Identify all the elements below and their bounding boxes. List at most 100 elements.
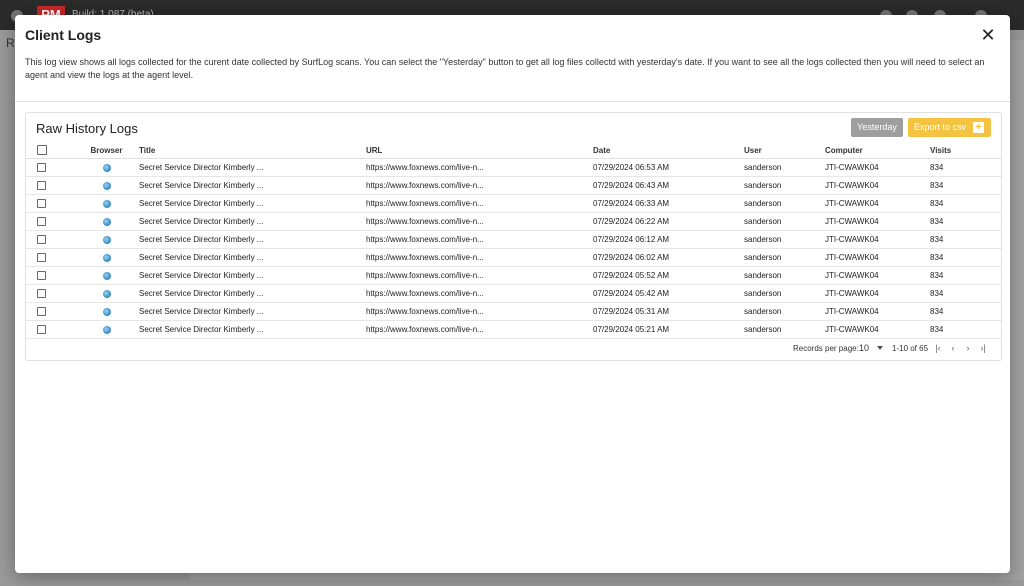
table-row[interactable]: Secret Service Director Kimberly ... htt… — [26, 320, 1001, 339]
row-checkbox[interactable] — [37, 163, 46, 173]
cell-url: https://www.foxnews.com/live-n... — [366, 320, 593, 339]
table-row[interactable]: Secret Service Director Kimberly ... htt… — [26, 230, 1001, 249]
cell-visits: 834 — [930, 230, 1001, 249]
cell-date: 07/29/2024 06:43 AM — [593, 176, 744, 195]
chevron-down-icon[interactable] — [877, 346, 883, 350]
table-body: Secret Service Director Kimberly ... htt… — [26, 158, 1001, 339]
export-csv-button[interactable]: Export to csv + — [908, 118, 991, 137]
table-header-row: Browser Title URL Date User Computer Vis… — [26, 142, 1001, 159]
column-header-date[interactable]: Date — [593, 142, 744, 159]
cell-url: https://www.foxnews.com/live-n... — [366, 194, 593, 213]
cell-title: Secret Service Director Kimberly ... — [139, 320, 366, 339]
cell-title: Secret Service Director Kimberly ... — [139, 248, 366, 267]
cell-visits: 834 — [930, 158, 1001, 177]
cell-date: 07/29/2024 06:53 AM — [593, 158, 744, 177]
cell-title: Secret Service Director Kimberly ... — [139, 266, 366, 285]
row-checkbox[interactable] — [37, 289, 46, 299]
cell-computer: JTI-CWAWK04 — [825, 320, 930, 339]
cell-url: https://www.foxnews.com/live-n... — [366, 248, 593, 267]
cell-date: 07/29/2024 06:02 AM — [593, 248, 744, 267]
cell-title: Secret Service Director Kimberly ... — [139, 212, 366, 231]
records-per-page-select[interactable]: 10 — [859, 343, 869, 353]
prev-page-icon[interactable]: ‹ — [948, 343, 958, 353]
cell-computer: JTI-CWAWK04 — [825, 266, 930, 285]
table-row[interactable]: Secret Service Director Kimberly ... htt… — [26, 212, 1001, 231]
cell-title: Secret Service Director Kimberly ... — [139, 158, 366, 177]
cell-url: https://www.foxnews.com/live-n... — [366, 230, 593, 249]
cell-computer: JTI-CWAWK04 — [825, 230, 930, 249]
browser-globe-icon — [102, 325, 111, 334]
cell-computer: JTI-CWAWK04 — [825, 176, 930, 195]
browser-globe-icon — [102, 307, 111, 316]
cell-visits: 834 — [930, 266, 1001, 285]
select-all-checkbox[interactable] — [37, 145, 47, 155]
column-header-title[interactable]: Title — [139, 142, 366, 159]
browser-globe-icon — [102, 235, 111, 244]
app-page-label: R — [6, 36, 15, 50]
logs-table: Browser Title URL Date User Computer Vis… — [26, 142, 1001, 339]
column-header-computer[interactable]: Computer — [825, 142, 930, 159]
row-checkbox[interactable] — [37, 271, 46, 281]
browser-globe-icon — [102, 217, 111, 226]
row-checkbox[interactable] — [37, 235, 46, 245]
cell-title: Secret Service Director Kimberly ... — [139, 230, 366, 249]
next-page-icon[interactable]: › — [963, 343, 973, 353]
close-icon[interactable]: ✕ — [978, 25, 998, 45]
modal-title: Client Logs — [25, 27, 102, 43]
cell-title: Secret Service Director Kimberly ... — [139, 284, 366, 303]
cell-date: 07/29/2024 05:31 AM — [593, 302, 744, 321]
column-header-visits[interactable]: Visits — [930, 142, 1001, 159]
table-row[interactable]: Secret Service Director Kimberly ... htt… — [26, 302, 1001, 321]
last-page-icon[interactable]: ›| — [978, 343, 988, 353]
cell-url: https://www.foxnews.com/live-n... — [366, 176, 593, 195]
raw-history-logs-card: Raw History Logs Yesterday Export to csv… — [25, 112, 1002, 361]
cell-visits: 834 — [930, 302, 1001, 321]
row-checkbox[interactable] — [37, 217, 46, 227]
export-csv-label: Export to csv — [914, 122, 967, 132]
cell-url: https://www.foxnews.com/live-n... — [366, 266, 593, 285]
cell-date: 07/29/2024 06:33 AM — [593, 194, 744, 213]
cell-visits: 834 — [930, 284, 1001, 303]
cell-computer: JTI-CWAWK04 — [825, 158, 930, 177]
pagination: Records per page: 10 1-10 of 65 |‹ ‹ › ›… — [26, 343, 1001, 357]
cell-date: 07/29/2024 05:42 AM — [593, 284, 744, 303]
cell-url: https://www.foxnews.com/live-n... — [366, 158, 593, 177]
row-checkbox[interactable] — [37, 253, 46, 263]
cell-computer: JTI-CWAWK04 — [825, 284, 930, 303]
cell-user: sanderson — [744, 176, 825, 195]
cell-user: sanderson — [744, 158, 825, 177]
row-checkbox[interactable] — [37, 199, 46, 209]
select-all-cell — [26, 142, 74, 159]
cell-user: sanderson — [744, 230, 825, 249]
table-row[interactable]: Secret Service Director Kimberly ... htt… — [26, 158, 1001, 177]
cell-computer: JTI-CWAWK04 — [825, 248, 930, 267]
yesterday-button[interactable]: Yesterday — [851, 118, 903, 137]
cell-visits: 834 — [930, 212, 1001, 231]
cell-user: sanderson — [744, 248, 825, 267]
cell-visits: 834 — [930, 248, 1001, 267]
row-checkbox[interactable] — [37, 325, 46, 335]
browser-globe-icon — [102, 181, 111, 190]
browser-globe-icon — [102, 253, 111, 262]
browser-globe-icon — [102, 199, 111, 208]
column-header-user[interactable]: User — [744, 142, 825, 159]
column-header-url[interactable]: URL — [366, 142, 593, 159]
cell-user: sanderson — [744, 194, 825, 213]
cell-user: sanderson — [744, 212, 825, 231]
cell-title: Secret Service Director Kimberly ... — [139, 194, 366, 213]
table-row[interactable]: Secret Service Director Kimberly ... htt… — [26, 266, 1001, 285]
column-header-browser[interactable]: Browser — [74, 142, 139, 159]
table-row[interactable]: Secret Service Director Kimberly ... htt… — [26, 284, 1001, 303]
card-title: Raw History Logs — [36, 121, 138, 136]
table-row[interactable]: Secret Service Director Kimberly ... htt… — [26, 176, 1001, 195]
table-row[interactable]: Secret Service Director Kimberly ... htt… — [26, 248, 1001, 267]
browser-globe-icon — [102, 271, 111, 280]
table-row[interactable]: Secret Service Director Kimberly ... htt… — [26, 194, 1001, 213]
cell-visits: 834 — [930, 320, 1001, 339]
first-page-icon[interactable]: |‹ — [933, 343, 943, 353]
row-checkbox[interactable] — [37, 307, 46, 317]
row-checkbox[interactable] — [37, 181, 46, 191]
cell-computer: JTI-CWAWK04 — [825, 194, 930, 213]
cell-user: sanderson — [744, 302, 825, 321]
browser-globe-icon — [102, 163, 111, 172]
